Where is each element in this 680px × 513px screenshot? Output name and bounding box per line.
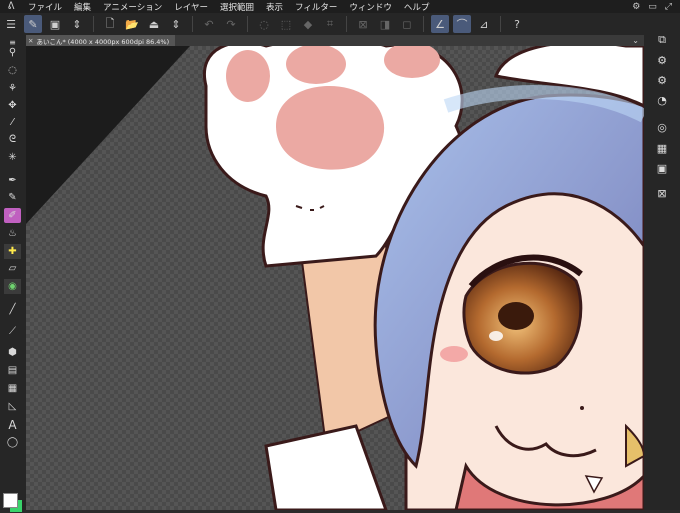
menu-edit[interactable]: 編集 <box>68 1 97 13</box>
display-icon[interactable]: ▣ <box>46 15 64 33</box>
gradient-icon[interactable]: ▤ <box>4 363 21 378</box>
eyedropper-icon[interactable]: ⁄ <box>4 115 21 130</box>
save-icon[interactable]: ⏏ <box>145 15 163 33</box>
snap-special-ruler-icon[interactable]: ⌒ <box>453 15 471 33</box>
window-icon[interactable]: ▭ <box>648 2 657 12</box>
color-wheel-icon[interactable]: ◎ <box>653 119 671 135</box>
chevron-updown-icon[interactable]: ⇕ <box>68 15 86 33</box>
menu-window[interactable]: ウィンドウ <box>343 1 398 13</box>
balloon-icon[interactable]: ◯ <box>4 435 21 450</box>
foreground-color[interactable] <box>3 493 18 508</box>
pen-icon[interactable]: ✒ <box>4 173 21 188</box>
right-palette-bar: ⧉ ⚙ ⚙ ◔ ◎ ▦ ▣ ⊠ <box>644 32 680 510</box>
app-logo-icon[interactable]: ᕕ <box>0 1 22 12</box>
help-icon[interactable]: ? <box>508 15 526 33</box>
chevron-down-icon[interactable]: ⌄ <box>632 36 639 45</box>
line-icon[interactable]: ⟋ <box>4 324 21 339</box>
menu-file[interactable]: ファイル <box>22 1 68 13</box>
clear-icon[interactable]: ⊠ <box>354 15 372 33</box>
tool-property-icon[interactable]: ⚙ <box>653 72 671 88</box>
airbrush-icon[interactable]: ♨ <box>4 226 21 241</box>
fullscreen-icon[interactable]: ⤢ <box>665 2 672 12</box>
snap-ruler-icon[interactable]: ∠ <box>431 15 449 33</box>
select-all-icon[interactable]: ⬚ <box>277 15 295 33</box>
material-icon[interactable]: ▦ <box>653 140 671 156</box>
decoration-icon[interactable]: ✚ <box>4 244 21 259</box>
pencil-icon[interactable]: ✎ <box>4 190 21 205</box>
document-tab[interactable]: ✕ あいこん* (4000 x 4000px 600dpi 86.4%) <box>26 35 176 46</box>
brush-size-icon[interactable]: ◔ <box>653 92 671 108</box>
canvas-artwork <box>26 46 644 510</box>
fill-bucket-icon[interactable]: ⬢ <box>4 345 21 360</box>
lasso-icon[interactable]: ᘓ <box>4 132 21 147</box>
menu-view[interactable]: 表示 <box>260 1 289 13</box>
menu-selection[interactable]: 選択範囲 <box>214 1 260 13</box>
layers-icon[interactable]: ⧉ <box>653 32 671 48</box>
color-swatch[interactable] <box>3 493 23 513</box>
deselect-icon[interactable]: ◌ <box>255 15 273 33</box>
frame-icon[interactable]: ▦ <box>4 381 21 396</box>
eraser-icon[interactable]: ▱ <box>4 261 21 276</box>
document-tab-title: あいこん* (4000 x 4000px 600dpi 86.4%) <box>36 37 170 46</box>
crop-icon[interactable]: ◻ <box>398 15 416 33</box>
document-tab-bar: ✕ あいこん* (4000 x 4000px 600dpi 86.4%) ⌄ <box>26 35 644 46</box>
undo-icon[interactable]: ↶ <box>200 15 218 33</box>
fill-icon[interactable]: ◆ <box>299 15 317 33</box>
text-icon[interactable]: A <box>4 417 21 432</box>
blend-icon[interactable]: ◉ <box>4 279 21 294</box>
zoom-icon[interactable]: ⚲ <box>4 45 21 60</box>
figure-icon[interactable]: ╱ <box>4 302 21 317</box>
transform-icon[interactable]: ⌗ <box>321 15 339 33</box>
move-icon[interactable]: ✥ <box>4 98 21 113</box>
menu-animation[interactable]: アニメーション <box>97 1 168 13</box>
menu-help[interactable]: ヘルプ <box>398 1 436 13</box>
drawing-canvas[interactable] <box>26 46 644 510</box>
hamburger-icon[interactable]: ☰ <box>2 15 20 33</box>
menu-layer[interactable]: レイヤー <box>168 1 214 13</box>
new-file-icon[interactable]: 🗋 <box>101 15 119 33</box>
ruler-icon[interactable]: ◺ <box>4 399 21 414</box>
redo-icon[interactable]: ↷ <box>222 15 240 33</box>
snap-grid-icon[interactable]: ⊿ <box>475 15 493 33</box>
brush-icon[interactable]: ✐ <box>4 208 21 223</box>
close-palette-icon[interactable]: ⊠ <box>653 185 671 201</box>
menu-bar: ᕕ ファイル 編集 アニメーション レイヤー 選択範囲 表示 フィルター ウィン… <box>0 0 680 13</box>
open-folder-icon[interactable]: 📂 <box>123 15 141 33</box>
close-tab-icon[interactable]: ✕ <box>28 37 33 45</box>
hand-icon[interactable]: ⚘ <box>4 81 21 96</box>
clear-outside-icon[interactable]: ◨ <box>376 15 394 33</box>
settings-icon[interactable]: ⚙ <box>632 2 640 12</box>
magic-wand-icon[interactable]: ✳ <box>4 150 21 165</box>
layer-property-icon[interactable]: ⚙ <box>653 52 671 68</box>
tool-palette: ≡ ⚲ ◌ ⚘ ✥ ⁄ ᘓ ✳ ✒ ✎ ✐ ♨ ✚ ▱ ◉ ╱ ⟋ ⬢ ▤ ▦ … <box>0 35 26 513</box>
chevron-updown-icon-2[interactable]: ⇕ <box>167 15 185 33</box>
menu-filter[interactable]: フィルター <box>289 1 343 13</box>
rotate-icon[interactable]: ◌ <box>4 63 21 78</box>
navigator-icon[interactable]: ▣ <box>653 160 671 176</box>
command-bar: ☰ ✎ ▣ ⇕ 🗋 📂 ⏏ ⇕ ↶ ↷ ◌ ⬚ ◆ ⌗ ⊠ ◨ ◻ ∠ ⌒ ⊿ … <box>0 13 680 35</box>
edit-icon[interactable]: ✎ <box>24 15 42 33</box>
